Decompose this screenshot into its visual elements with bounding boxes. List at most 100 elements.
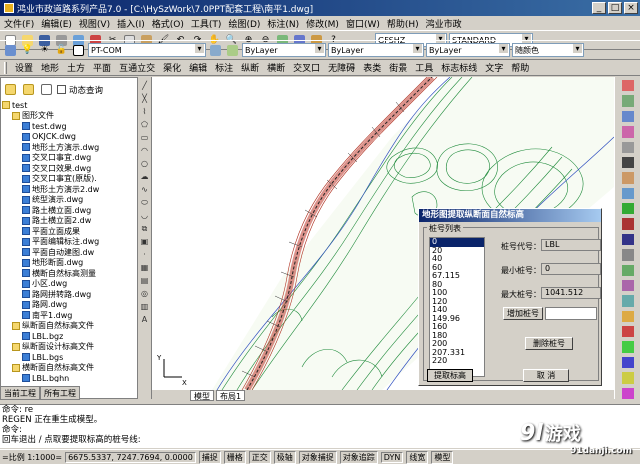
menu-item[interactable]: 修改(M) <box>306 17 339 30</box>
tree-file[interactable]: 交叉口事宜(原版). <box>2 174 134 185</box>
custom-menu-item[interactable]: 表类 <box>363 61 381 74</box>
polygon-icon[interactable]: ⬠ <box>140 120 150 130</box>
add-station-button[interactable]: 增加桩号 <box>503 307 543 320</box>
menu-item[interactable]: 工具(T) <box>191 17 222 30</box>
menu-item[interactable]: 视图(V) <box>79 17 110 30</box>
scale-icon[interactable] <box>621 187 634 199</box>
menu-item[interactable]: 标注(N) <box>267 17 299 30</box>
offset-icon[interactable] <box>621 126 634 138</box>
tree-file[interactable]: 路土横立面.dwg <box>2 205 134 216</box>
status-toggle[interactable]: 正交 <box>248 450 271 464</box>
custom-menu-item[interactable]: 工具 <box>415 61 433 74</box>
tree-file[interactable]: 小区.dwg <box>2 279 134 290</box>
station-list-item[interactable]: 220 <box>430 356 484 366</box>
plotstyle-combo[interactable]: 随颜色 <box>512 43 584 57</box>
tree-folder[interactable]: 图形文件 <box>2 111 134 122</box>
snap-midpoint-icon[interactable] <box>621 341 634 353</box>
layer-combo[interactable]: PT-COM <box>88 43 206 57</box>
status-toggle[interactable]: 栅格 <box>223 450 246 464</box>
extend-icon[interactable] <box>621 233 634 246</box>
trim-icon[interactable] <box>621 218 634 230</box>
tree-file[interactable]: 南平1.dwg <box>2 310 134 321</box>
project-tab[interactable]: 所有工程 <box>40 386 80 400</box>
snap-center-icon[interactable] <box>621 356 634 369</box>
mirror-icon[interactable] <box>621 110 634 123</box>
snap-endpoint-icon[interactable] <box>621 326 634 338</box>
maximize-button[interactable]: □ <box>608 2 622 14</box>
revcloud-icon[interactable]: ☁ <box>140 172 150 182</box>
copy-object-icon[interactable] <box>621 95 634 107</box>
dynamic-query-checkbox[interactable] <box>57 85 66 94</box>
region-icon[interactable]: ◎ <box>140 289 150 299</box>
menu-item[interactable]: 插入(I) <box>117 17 145 30</box>
tree-file[interactable]: LBL.bgs <box>2 352 134 363</box>
tree-file[interactable]: 交叉口事宜.dwg <box>2 153 134 164</box>
bulb-icon[interactable]: 💡 <box>20 43 35 58</box>
custom-menu-item[interactable]: 文字 <box>485 61 503 74</box>
custom-menu-item[interactable]: 编辑 <box>189 61 207 74</box>
layer-manager-icon[interactable] <box>3 43 18 58</box>
new-folder-icon[interactable] <box>3 82 18 97</box>
layout-tab[interactable]: 模型 <box>190 390 214 401</box>
tree-file[interactable]: 交叉口效果.dwg <box>2 163 134 174</box>
extract-elevation-button[interactable]: 提取标高 <box>427 369 473 382</box>
construction-line-icon[interactable]: ╳ <box>140 94 150 104</box>
ellipse-icon[interactable]: ⬭ <box>140 198 150 208</box>
status-toggle[interactable]: 对象捕捉 <box>298 450 337 464</box>
spline-icon[interactable]: ∿ <box>140 185 150 195</box>
status-toggle[interactable]: 模型 <box>431 450 454 464</box>
tree-file[interactable]: 平面自动建图.dw <box>2 247 134 258</box>
status-toggle[interactable]: 线宽 <box>406 450 429 464</box>
snap-perpendicular-icon[interactable] <box>621 387 634 399</box>
custom-menu-item[interactable]: 土方 <box>67 61 85 74</box>
custom-menu-item[interactable]: 渠化 <box>163 61 181 74</box>
polyline-icon[interactable]: ⌇ <box>140 107 150 117</box>
custom-menu-item[interactable]: 横断 <box>267 61 285 74</box>
tree-folder[interactable]: 纵断面设计标高文件 <box>2 342 134 353</box>
status-toggle[interactable]: DYN <box>380 451 404 463</box>
break-icon[interactable] <box>621 249 634 261</box>
tree-folder[interactable]: test <box>2 100 134 111</box>
add-station-input[interactable] <box>545 307 597 320</box>
stretch-icon[interactable] <box>621 203 634 215</box>
mtext-icon[interactable]: A <box>140 315 150 325</box>
menu-item[interactable]: 格式(O) <box>152 17 184 30</box>
lineweight-combo[interactable]: ByLayer <box>426 43 510 57</box>
make-current-icon[interactable] <box>208 43 223 58</box>
tree-file[interactable]: LBL.bghn <box>2 373 134 382</box>
tree-folder[interactable]: 横断面自然标高文件 <box>2 363 134 374</box>
status-toggle[interactable]: 极轴 <box>273 450 296 464</box>
move-icon[interactable] <box>621 156 634 169</box>
rotate-icon[interactable] <box>621 172 634 184</box>
custom-menu-item[interactable]: 标志标线 <box>441 61 477 74</box>
tree-file[interactable]: 平面编辑标注.dwg <box>2 237 134 248</box>
menu-item[interactable]: 帮助(H) <box>387 17 419 30</box>
status-toggle[interactable]: 捕捉 <box>198 450 221 464</box>
custom-menu-item[interactable]: 街景 <box>389 61 407 74</box>
tree-file[interactable]: 平面立面成果 <box>2 226 134 237</box>
tree-file[interactable]: test.dwg <box>2 121 134 132</box>
project-tab[interactable]: 当前工程 <box>0 386 40 400</box>
status-toggle[interactable]: 对象追踪 <box>339 450 378 464</box>
gradient-icon[interactable]: ▤ <box>140 276 150 286</box>
tree-file[interactable]: 地形断面.dwg <box>2 258 134 269</box>
custom-menu-item[interactable]: 纵断 <box>241 61 259 74</box>
color-combo[interactable]: ByLayer <box>242 43 326 57</box>
layer-previous-icon[interactable] <box>225 43 240 58</box>
make-block-icon[interactable]: ▣ <box>140 237 150 247</box>
layer-color-icon[interactable] <box>71 43 86 58</box>
join-icon[interactable] <box>621 264 634 276</box>
tree-file[interactable]: 地形土方演示.dwg <box>2 142 134 153</box>
custom-menu-item[interactable]: 帮助 <box>511 61 529 74</box>
custom-menu-item[interactable]: 地形 <box>41 61 59 74</box>
menu-item[interactable]: 鸿业市政 <box>426 17 462 30</box>
tree-file[interactable]: 横断自然标高测量 <box>2 268 134 279</box>
custom-menu-item[interactable]: 平面 <box>93 61 111 74</box>
tree-file[interactable]: 路网.dwg <box>2 300 134 311</box>
snap-node-icon[interactable] <box>621 372 634 384</box>
custom-menu-item[interactable]: 互通立交 <box>119 61 155 74</box>
tree-file[interactable]: 路土横立面2.dw <box>2 216 134 227</box>
tree-file[interactable]: LBL.bgz <box>2 331 134 342</box>
menu-item[interactable]: 文件(F) <box>4 17 34 30</box>
arc-icon[interactable]: ◠ <box>140 146 150 156</box>
